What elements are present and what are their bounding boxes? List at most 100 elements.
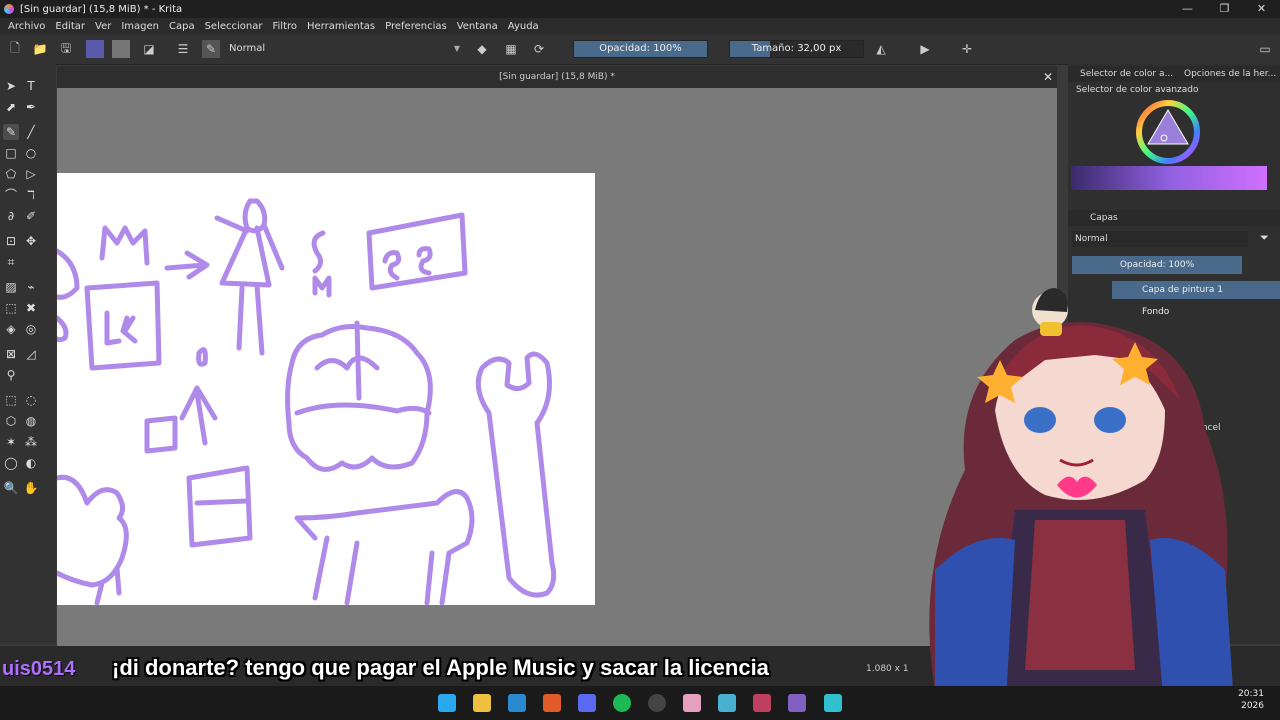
polyline-tool-icon[interactable]: ▷ bbox=[23, 166, 39, 182]
smart-patch-icon[interactable]: ✖ bbox=[23, 300, 39, 316]
menu-imagen[interactable]: Imagen bbox=[121, 21, 159, 32]
layers-blend-select[interactable]: Normal bbox=[1072, 231, 1248, 247]
mirror-horizontal-icon[interactable]: ◭ bbox=[872, 40, 890, 58]
title-bar: [Sin guardar] (15,8 MiB) * - Krita — ❐ ✕ bbox=[0, 0, 1280, 18]
menu-herramientas[interactable]: Herramientas bbox=[307, 21, 375, 32]
size-slider[interactable]: Tamaño: 32,00 px bbox=[729, 40, 864, 58]
clock-time: 20:31 bbox=[1238, 689, 1264, 699]
color-picker-icon[interactable]: ⌁ bbox=[23, 279, 39, 295]
menu-ayuda[interactable]: Ayuda bbox=[508, 21, 539, 32]
color-shade-bars[interactable] bbox=[1071, 166, 1267, 190]
canvas-paper[interactable] bbox=[57, 173, 595, 605]
app-icon[interactable] bbox=[788, 694, 806, 712]
dynamic-brush-icon[interactable]: ∂ bbox=[3, 208, 19, 224]
spotify-icon[interactable] bbox=[613, 694, 631, 712]
freehand-brush-icon[interactable]: ✎ bbox=[3, 124, 19, 140]
menu-filtro[interactable]: Filtro bbox=[272, 21, 297, 32]
bezier-select-icon[interactable]: ◯ bbox=[3, 455, 19, 471]
brush-preset-icon[interactable]: ✎ bbox=[202, 40, 220, 58]
gradient-icon[interactable] bbox=[112, 40, 130, 58]
tool-options-tab[interactable]: Opciones de la her... bbox=[1184, 66, 1276, 82]
save-icon[interactable]: 🖫 bbox=[57, 40, 75, 58]
blend-mode-value: Normal bbox=[229, 43, 266, 54]
menu-preferencias[interactable]: Preferencias bbox=[385, 21, 447, 32]
opacity-slider-label: Opacidad: 100% bbox=[599, 43, 682, 54]
select-shapes-icon[interactable]: ➤ bbox=[3, 78, 19, 94]
app-icon[interactable] bbox=[824, 694, 842, 712]
pan-tool-icon[interactable]: ✋ bbox=[23, 480, 39, 496]
opacity-slider[interactable]: Opacidad: 100% bbox=[573, 40, 708, 58]
assistant-tool-icon[interactable]: ⊠ bbox=[3, 346, 19, 362]
rect-select-icon[interactable]: ⬚ bbox=[3, 392, 19, 408]
line-tool-icon[interactable]: ╱ bbox=[23, 124, 39, 140]
advanced-color-title: Selector de color avanzado bbox=[1076, 85, 1199, 95]
maximize-button[interactable]: ❐ bbox=[1206, 0, 1243, 18]
close-icon[interactable]: ✕ bbox=[1043, 66, 1053, 88]
gradient-tool-icon[interactable]: ▨ bbox=[3, 279, 19, 295]
move-tool-icon[interactable]: ✥ bbox=[23, 233, 39, 249]
magnetic-select-icon[interactable]: ◐ bbox=[23, 455, 39, 471]
freehand-select-icon[interactable]: ◍ bbox=[23, 413, 39, 429]
pattern-icon[interactable] bbox=[86, 40, 104, 58]
reload-icon[interactable]: ⟳ bbox=[530, 40, 548, 58]
brave-browser-icon[interactable] bbox=[543, 694, 561, 712]
polygon-tool-icon[interactable]: ⬠ bbox=[3, 166, 19, 182]
bezier-tool-icon[interactable]: ⌒ bbox=[3, 187, 19, 203]
document-tab-title: [Sin guardar] (15,8 MiB) * bbox=[499, 72, 615, 82]
mirror-vertical-icon[interactable]: ▶ bbox=[916, 40, 934, 58]
color-selector-tab[interactable]: Selector de color a... bbox=[1080, 66, 1173, 82]
multibrush-icon[interactable]: ✐ bbox=[23, 208, 39, 224]
wrap-around-icon[interactable]: ✛ bbox=[958, 40, 976, 58]
brush-settings-icon[interactable]: ☰ bbox=[174, 40, 192, 58]
menu-archivo[interactable]: Archivo bbox=[8, 21, 45, 32]
freehand-path-icon[interactable]: ℸ bbox=[23, 187, 39, 203]
clock-year: 2026 bbox=[1241, 701, 1264, 711]
file-explorer-icon[interactable] bbox=[473, 694, 491, 712]
alpha-lock-icon[interactable]: ▦ bbox=[502, 40, 520, 58]
similar-select-icon[interactable]: ⁂ bbox=[23, 434, 39, 450]
rectangle-tool-icon[interactable]: □ bbox=[3, 145, 19, 161]
menu-editar[interactable]: Editar bbox=[55, 21, 85, 32]
filter-icon[interactable]: ⏷ bbox=[1260, 231, 1269, 245]
close-button[interactable]: ✕ bbox=[1243, 0, 1280, 18]
enclose-fill-icon[interactable]: ◎ bbox=[23, 321, 39, 337]
zoom-tool-icon[interactable]: 🔍 bbox=[3, 480, 19, 496]
windows-start-icon[interactable] bbox=[438, 694, 456, 712]
new-document-icon[interactable]: 🗋 bbox=[6, 40, 24, 58]
colorize-mask-icon[interactable]: ⬚ bbox=[3, 300, 19, 316]
fill-tool-icon[interactable]: ◈ bbox=[3, 321, 19, 337]
calligraphy-icon[interactable]: ✒ bbox=[23, 99, 39, 115]
ellipse-tool-icon[interactable]: ○ bbox=[23, 145, 39, 161]
crop-tool-icon[interactable]: ⌗ bbox=[3, 254, 19, 270]
edge-browser-icon[interactable] bbox=[508, 694, 526, 712]
polygon-select-icon[interactable]: ⬡ bbox=[3, 413, 19, 429]
obs-icon[interactable] bbox=[648, 694, 666, 712]
menu-ver[interactable]: Ver bbox=[95, 21, 111, 32]
minimize-button[interactable]: — bbox=[1169, 0, 1206, 18]
blend-mode-select[interactable]: Normal ▼ bbox=[226, 40, 462, 58]
window-title: [Sin guardar] (15,8 MiB) * - Krita bbox=[20, 3, 183, 15]
ellipse-select-icon[interactable]: ◌ bbox=[23, 392, 39, 408]
subtitle-caption: ¡di donarte? tengo que pagar el Apple Mu… bbox=[112, 655, 769, 680]
menu-seleccionar[interactable]: Seleccionar bbox=[205, 21, 263, 32]
app-icon[interactable] bbox=[718, 694, 736, 712]
document-tab[interactable]: [Sin guardar] (15,8 MiB) * ✕ bbox=[57, 66, 1057, 88]
color-wheel[interactable] bbox=[1134, 98, 1202, 166]
menu-ventana[interactable]: Ventana bbox=[457, 21, 498, 32]
app-icon[interactable] bbox=[683, 694, 701, 712]
edit-shapes-icon[interactable]: ⬈ bbox=[3, 99, 19, 115]
measure-tool-icon[interactable]: ◿ bbox=[23, 346, 39, 362]
reference-tool-icon[interactable]: ⚲ bbox=[3, 367, 19, 383]
text-tool-icon[interactable]: T bbox=[23, 78, 39, 94]
app-icon[interactable] bbox=[753, 694, 771, 712]
open-folder-icon[interactable]: 📁 bbox=[31, 40, 49, 58]
workspace-icon[interactable]: ▭ bbox=[1256, 40, 1274, 58]
layers-opacity-label: Opacidad: 100% bbox=[1119, 260, 1195, 270]
contiguous-select-icon[interactable]: ✶ bbox=[3, 434, 19, 450]
layers-title: Capas bbox=[1090, 213, 1118, 223]
transform-tool-icon[interactable]: ⊡ bbox=[3, 233, 19, 249]
eraser-icon[interactable]: ◆ bbox=[473, 40, 491, 58]
menu-capa[interactable]: Capa bbox=[169, 21, 195, 32]
discord-icon[interactable] bbox=[578, 694, 596, 712]
color-swap-icon[interactable]: ◪ bbox=[140, 40, 158, 58]
